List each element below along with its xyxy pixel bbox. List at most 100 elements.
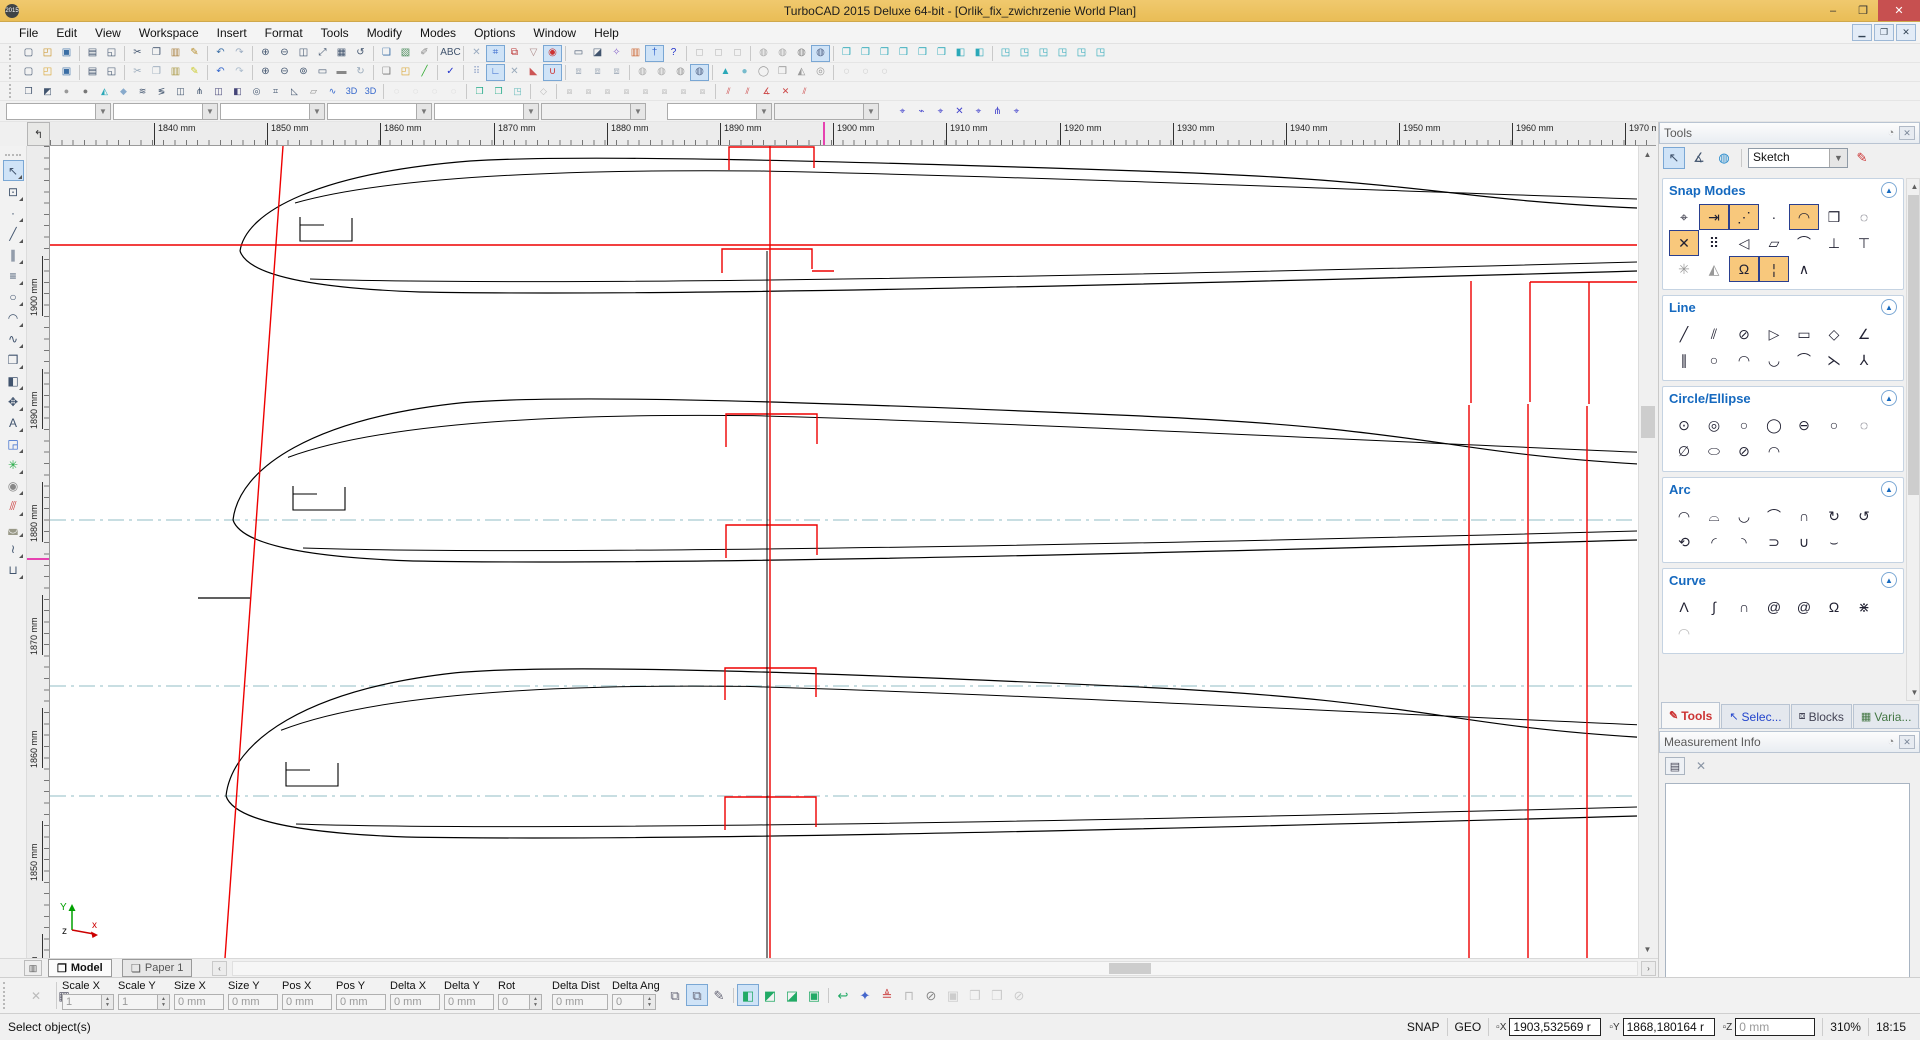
extrude-2-icon[interactable]: ◍	[652, 64, 671, 81]
airfoil-rib-middle[interactable]	[233, 399, 1637, 562]
assembly-7-icon[interactable]: ⧈	[674, 83, 693, 100]
scroll-down-arrow[interactable]: ▼	[1907, 685, 1920, 700]
spinner[interactable]: ▲▼	[529, 995, 541, 1009]
spar-slots-red[interactable]	[722, 147, 834, 830]
ghost-shape-icon[interactable]: ◇	[534, 83, 553, 100]
curve-helix-icon[interactable]: @	[1789, 594, 1819, 620]
line-tangent-arc-icon[interactable]: ○	[1699, 347, 1729, 373]
chevron-down-icon[interactable]: ▼	[202, 104, 217, 119]
circle-tool[interactable]: ○	[3, 286, 24, 307]
extract-props-icon[interactable]: ⧉	[664, 984, 686, 1006]
box-edit-icon[interactable]: ❒	[19, 83, 38, 100]
snap-node-icon[interactable]: ∙	[1759, 204, 1789, 230]
measure-3-icon[interactable]: ∡	[757, 83, 776, 100]
assembly-6-icon[interactable]: ⧈	[655, 83, 674, 100]
menu-window[interactable]: Window	[524, 24, 585, 42]
sheet-new-icon[interactable]: ❏	[377, 64, 396, 81]
snap-intersection-icon[interactable]: ✕	[1669, 230, 1699, 256]
curve-bezier-icon[interactable]: Λ	[1669, 594, 1699, 620]
array-copy-2-icon[interactable]: ⧈	[588, 64, 607, 81]
select-tool[interactable]: ↖	[3, 160, 24, 181]
text-tool[interactable]: A	[3, 412, 24, 433]
zoom-in2-icon[interactable]: ⊕	[256, 64, 275, 81]
assembly-5-icon[interactable]: ⧈	[636, 83, 655, 100]
render-wire-icon[interactable]: ◍	[754, 45, 773, 62]
open2-icon[interactable]: ◰	[38, 64, 57, 81]
mdi-minimize-button[interactable]: ▁	[1852, 24, 1872, 41]
field-input[interactable]: 0 mm ▲▼	[228, 994, 278, 1010]
airfoil-rib-bottom[interactable]	[226, 669, 1637, 838]
line-tool[interactable]: ╱	[3, 223, 24, 244]
spline-tool[interactable]: ∿	[3, 328, 24, 349]
close-icon[interactable]: ✕	[1899, 735, 1915, 749]
zoom-page-icon[interactable]: ▦	[332, 45, 351, 62]
brush2-icon[interactable]: ✎	[185, 64, 204, 81]
print2-icon[interactable]: ▤	[83, 64, 102, 81]
zoom-extents-icon[interactable]: ⤢	[313, 45, 332, 62]
curve-ghost-icon[interactable]: ◠	[1669, 620, 1699, 646]
torus-icon[interactable]: ◎	[811, 64, 830, 81]
frame-x-icon[interactable]: ▣	[942, 984, 964, 1006]
clear-selection-icon[interactable]: ✕	[26, 986, 46, 1006]
workplane-8-icon[interactable]: ◧	[970, 45, 989, 62]
wedge-icon[interactable]: ◭	[792, 64, 811, 81]
line-perp-arc-icon[interactable]: ⌒	[1789, 347, 1819, 373]
field-input[interactable]: 1 ▲▼	[118, 994, 170, 1010]
line-polygon-icon[interactable]: ▷	[1759, 321, 1789, 347]
scroll-right-arrow[interactable]: ›	[1641, 961, 1656, 976]
curve-spiral-icon[interactable]: @	[1759, 594, 1789, 620]
lamp-2-icon[interactable]: ◌	[856, 64, 875, 81]
workplane-mode-icon[interactable]: ◩	[759, 984, 781, 1006]
assembly-8-icon[interactable]: ⧈	[693, 83, 712, 100]
arc-fillet-icon[interactable]: ∪	[1789, 529, 1819, 555]
ghost-1-icon[interactable]: ◌	[387, 83, 406, 100]
snap-cone-icon[interactable]: ◭	[1699, 256, 1729, 282]
mesh-edit-icon[interactable]: ◩	[38, 83, 57, 100]
new-icon[interactable]: ▢	[19, 45, 38, 62]
cone-cut-icon[interactable]: ◭	[95, 83, 114, 100]
apply-props-icon[interactable]: ⧉	[686, 984, 708, 1006]
print-preview-icon[interactable]: ◱	[102, 45, 121, 62]
cylinder-icon[interactable]: ◯	[754, 64, 773, 81]
snap-x-icon[interactable]: ✕	[505, 64, 524, 81]
vertical-scrollbar[interactable]: ▲ ▼	[1638, 146, 1656, 958]
white-box-icon[interactable]: ▭	[313, 64, 332, 81]
node-edit-4-icon[interactable]: ✕	[950, 103, 969, 120]
workplane-6-icon[interactable]: ❒	[932, 45, 951, 62]
cut2-icon[interactable]: ✂	[128, 64, 147, 81]
select-3-icon[interactable]: ◻	[728, 45, 747, 62]
palette-config-icon[interactable]: ✎	[1851, 147, 1873, 169]
snap-angle-icon[interactable]: ◣	[524, 64, 543, 81]
line-tan-two-icon[interactable]: ◡	[1759, 347, 1789, 373]
spinner[interactable]: ▲▼	[643, 995, 655, 1009]
menu-format[interactable]: Format	[256, 24, 312, 42]
point-tool[interactable]: ·	[3, 202, 24, 223]
node-edit-1-icon[interactable]: ⌖	[893, 103, 912, 120]
lamp-3-icon[interactable]: ◌	[875, 64, 894, 81]
line-rect-icon[interactable]: ▭	[1789, 321, 1819, 347]
lights-icon[interactable]: ▽	[524, 45, 543, 62]
chart-icon[interactable]: ▥	[626, 45, 645, 62]
render-quality-icon[interactable]: ◍	[811, 45, 830, 62]
property-combo-1[interactable]: ▼	[6, 103, 111, 120]
field-input[interactable]: 0 mm ▲▼	[282, 994, 332, 1010]
workplane-2-icon[interactable]: ❒	[856, 45, 875, 62]
box-3d-icon[interactable]: ❒	[773, 64, 792, 81]
zoom-selection-icon[interactable]: ⊚	[294, 64, 313, 81]
measure-2-icon[interactable]: ⫽	[738, 83, 757, 100]
panel-tab-tools[interactable]: ✎ Tools	[1661, 702, 1720, 728]
scroll-down-arrow[interactable]: ▼	[1640, 942, 1655, 957]
panel-tab-variables[interactable]: ▦ Varia...	[1853, 704, 1920, 728]
mdi-close-button[interactable]: ✕	[1896, 24, 1916, 41]
tools-palette-header[interactable]: Tools ◔ ✕	[1659, 122, 1920, 144]
render-hidden-icon[interactable]: ◍	[773, 45, 792, 62]
snap-face-icon[interactable]: ▱	[1759, 230, 1789, 256]
node-edit-3-icon[interactable]: ⌖	[931, 103, 950, 120]
ghost-3-icon[interactable]: ◌	[425, 83, 444, 100]
gray-box-icon[interactable]: ▬	[332, 64, 351, 81]
arc-cone-icon[interactable]: ◝	[1729, 529, 1759, 555]
scroll-up-arrow[interactable]: ▲	[1640, 147, 1655, 162]
triangle-warn-icon[interactable]: ≜	[876, 984, 898, 1006]
collapse-chevron-icon[interactable]: ▲	[1881, 299, 1897, 315]
centerlines[interactable]	[50, 520, 1637, 796]
